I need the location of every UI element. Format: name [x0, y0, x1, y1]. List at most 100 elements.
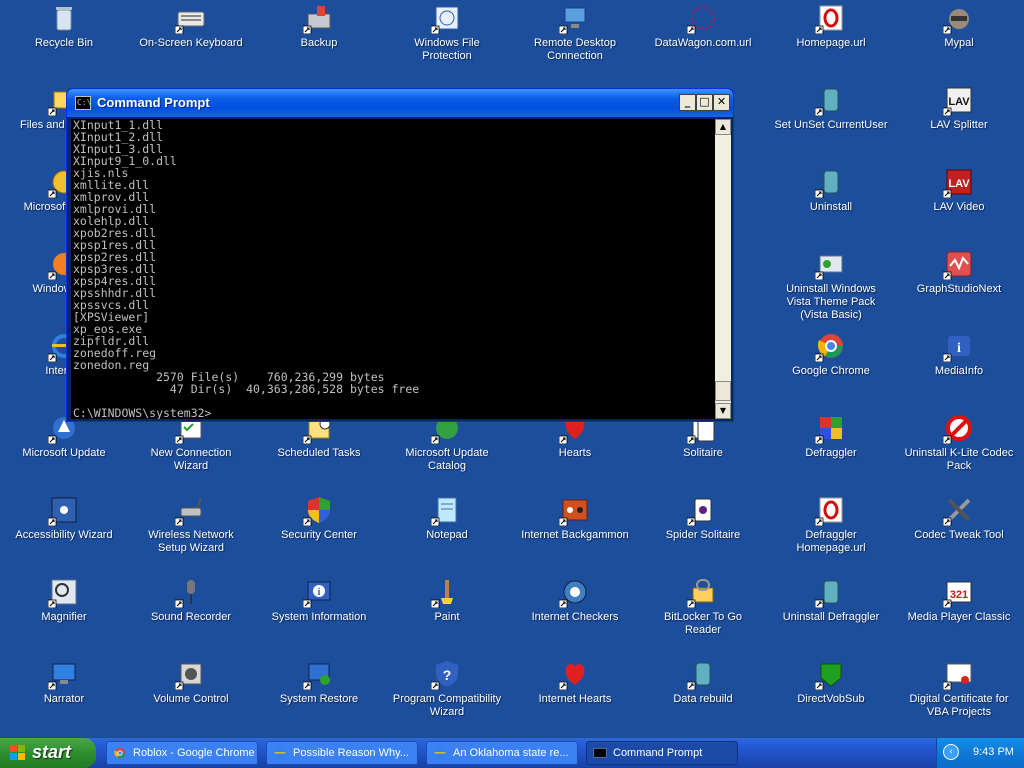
- graph-studio-icon: [943, 248, 975, 280]
- desktop-icon-backup[interactable]: Backup: [255, 0, 383, 50]
- help-icon: ?: [431, 658, 463, 690]
- desktop-icon-homepage-url[interactable]: Homepage.url: [767, 0, 895, 50]
- desktop-icon-uninstall[interactable]: Uninstall: [767, 164, 895, 214]
- desktop-icon-uninstall-windows-vista-theme-pack-vista-basic[interactable]: Uninstall Windows Vista Theme Pack (Vist…: [767, 246, 895, 322]
- notepad-icon: [431, 494, 463, 526]
- desktop-icon-mediainfo[interactable]: i MediaInfo: [895, 328, 1023, 378]
- uninstall-icon: [815, 576, 847, 608]
- backup-icon: [303, 2, 335, 34]
- accessibility-icon: [48, 494, 80, 526]
- desktop-icon-label: Security Center: [281, 529, 357, 541]
- taskbar-button-label: Roblox - Google Chrome: [133, 747, 255, 759]
- desktop-icon-internet-backgammon[interactable]: Internet Backgammon: [511, 492, 639, 542]
- desktop-icon-remote-desktop-connection[interactable]: Remote Desktop Connection: [511, 0, 639, 63]
- desktop-icon-media-player-classic[interactable]: 321 Media Player Classic: [895, 574, 1023, 624]
- desktop-icon-google-chrome[interactable]: Google Chrome: [767, 328, 895, 378]
- system-info-icon: i: [303, 576, 335, 608]
- desktop-icon-recycle-bin[interactable]: Recycle Bin: [0, 0, 128, 50]
- desktop-icon-windows-file-protection[interactable]: Windows File Protection: [383, 0, 511, 63]
- desktop-icon-label: Backup: [300, 37, 338, 49]
- lav-video-icon: LAV: [943, 166, 975, 198]
- desktop-icon-label: Recycle Bin: [34, 37, 94, 49]
- bitlocker-icon: [687, 576, 719, 608]
- wireless-icon: [175, 494, 207, 526]
- desktop-icon-label: Magnifier: [41, 611, 87, 623]
- desktop-icon-label: DataWagon.com.url: [654, 37, 752, 49]
- desktop-icon-spider-solitaire[interactable]: Spider Solitaire: [639, 492, 767, 542]
- desktop-icon-label: Remote Desktop Connection: [534, 37, 616, 62]
- desktop-icon-defraggler-homepage-url[interactable]: Defraggler Homepage.url: [767, 492, 895, 555]
- desktop-icon-digital-certificate-for-vba-projects[interactable]: Digital Certificate for VBA Projects: [895, 656, 1023, 719]
- ie-icon: [274, 747, 286, 759]
- desktop-icon-narrator[interactable]: Narrator: [0, 656, 128, 706]
- close-button[interactable]: ✕: [713, 94, 730, 111]
- desktop-icon-lav-video[interactable]: LAV LAV Video: [895, 164, 1023, 214]
- maximize-button[interactable]: □: [696, 94, 713, 111]
- desktop-icon-sound-recorder[interactable]: Sound Recorder: [127, 574, 255, 624]
- desktop-icon-system-information[interactable]: i System Information: [255, 574, 383, 624]
- desktop-icon-system-restore[interactable]: System Restore: [255, 656, 383, 706]
- desktop-icon-uninstall-defraggler[interactable]: Uninstall Defraggler: [767, 574, 895, 624]
- command-prompt-window[interactable]: Command Prompt _ □ ✕ XInput1_1.dll XInpu…: [66, 88, 734, 422]
- scroll-down-arrow-icon[interactable]: ▼: [715, 403, 731, 419]
- desktop-icon-wireless-network-setup-wizard[interactable]: Wireless Network Setup Wizard: [127, 492, 255, 555]
- desktop-icon-security-center[interactable]: Security Center: [255, 492, 383, 542]
- desktop-icon-label: Set UnSet CurrentUser: [774, 119, 888, 131]
- desktop-icon-label: Mypal: [944, 37, 974, 49]
- opera-link-icon: [815, 494, 847, 526]
- taskbar-button-an-oklahoma-state-re[interactable]: An Oklahoma state re...: [426, 741, 578, 765]
- clock[interactable]: 9:43 PM: [973, 746, 1014, 758]
- checkers-icon: [559, 576, 591, 608]
- desktop-icon-label: Narrator: [43, 693, 85, 705]
- desktop-icon-paint[interactable]: Paint: [383, 574, 511, 624]
- backgammon-icon: [559, 494, 591, 526]
- desktop-icon-volume-control[interactable]: Volume Control: [127, 656, 255, 706]
- scroll-up-arrow-icon[interactable]: ▲: [715, 119, 731, 135]
- taskbar-button-label: An Oklahoma state re...: [453, 747, 569, 759]
- desktop-icon-defraggler[interactable]: Defraggler: [767, 410, 895, 460]
- minimize-button[interactable]: _: [679, 94, 696, 111]
- speaker-icon: [175, 658, 207, 690]
- desktop-icon-label: Internet Hearts: [538, 693, 612, 705]
- desktop-icon-label: Codec Tweak Tool: [914, 529, 1004, 541]
- desktop-icon-data-rebuild[interactable]: Data rebuild: [639, 656, 767, 706]
- desktop-icon-label: Microsoft Update: [22, 447, 106, 459]
- desktop-icon-accessibility-wizard[interactable]: Accessibility Wizard: [0, 492, 128, 542]
- desktop-icon-notepad[interactable]: Notepad: [383, 492, 511, 542]
- opera-link-icon: [815, 2, 847, 34]
- desktop-icon-codec-tweak-tool[interactable]: Codec Tweak Tool: [895, 492, 1023, 542]
- directvobsub-icon: [815, 658, 847, 690]
- desktop-icon-label: System Restore: [279, 693, 359, 705]
- spider-icon: [687, 494, 719, 526]
- desktop-icon-label: Data rebuild: [673, 693, 733, 705]
- desktop-icon-internet-hearts[interactable]: Internet Hearts: [511, 656, 639, 706]
- desktop-icon-uninstall-k-lite-codec-pack[interactable]: Uninstall K-Lite Codec Pack: [895, 410, 1023, 473]
- no-entry-icon: [943, 412, 975, 444]
- desktop-icon-lav-splitter[interactable]: LAV LAV Splitter: [895, 82, 1023, 132]
- desktop-icon-directvobsub[interactable]: DirectVobSub: [767, 656, 895, 706]
- vertical-scrollbar[interactable]: ▲ ▼: [715, 119, 731, 419]
- cmd-icon: [593, 748, 607, 758]
- tray-expand-icon[interactable]: ‹: [943, 744, 959, 760]
- desktop-icon-program-compatibility-wizard[interactable]: ? Program Compatibility Wizard: [383, 656, 511, 719]
- system-restore-icon: [303, 658, 335, 690]
- console-output[interactable]: XInput1_1.dll XInput1_2.dll XInput1_3.dl…: [71, 119, 715, 419]
- desktop-icon-datawagon-com-url[interactable]: DataWagon.com.url: [639, 0, 767, 50]
- desktop-icon-on-screen-keyboard[interactable]: On-Screen Keyboard: [127, 0, 255, 50]
- desktop-icon-graphstudionext[interactable]: GraphStudioNext: [895, 246, 1023, 296]
- desktop-icon-label: Wireless Network Setup Wizard: [148, 529, 234, 554]
- microphone-icon: [175, 576, 207, 608]
- window-titlebar[interactable]: Command Prompt _ □ ✕: [67, 89, 733, 117]
- desktop-icon-magnifier[interactable]: Magnifier: [0, 574, 128, 624]
- desktop-icon-bitlocker-to-go-reader[interactable]: BitLocker To Go Reader: [639, 574, 767, 637]
- desktop-icon-set-unset-currentuser[interactable]: Set UnSet CurrentUser: [767, 82, 895, 132]
- taskbar-button-possible-reason-why[interactable]: Possible Reason Why...: [266, 741, 418, 765]
- desktop-icon-label: Accessibility Wizard: [15, 529, 113, 541]
- taskbar-button-command-prompt[interactable]: Command Prompt: [586, 741, 738, 765]
- taskbar-button-roblox-google-chrome[interactable]: Roblox - Google Chrome: [106, 741, 258, 765]
- desktop-icon-mypal[interactable]: Mypal: [895, 0, 1023, 50]
- desktop-icon-internet-checkers[interactable]: Internet Checkers: [511, 574, 639, 624]
- start-button[interactable]: start: [0, 738, 96, 768]
- scroll-thumb[interactable]: [715, 381, 731, 401]
- desktop-icon-label: Scheduled Tasks: [277, 447, 361, 459]
